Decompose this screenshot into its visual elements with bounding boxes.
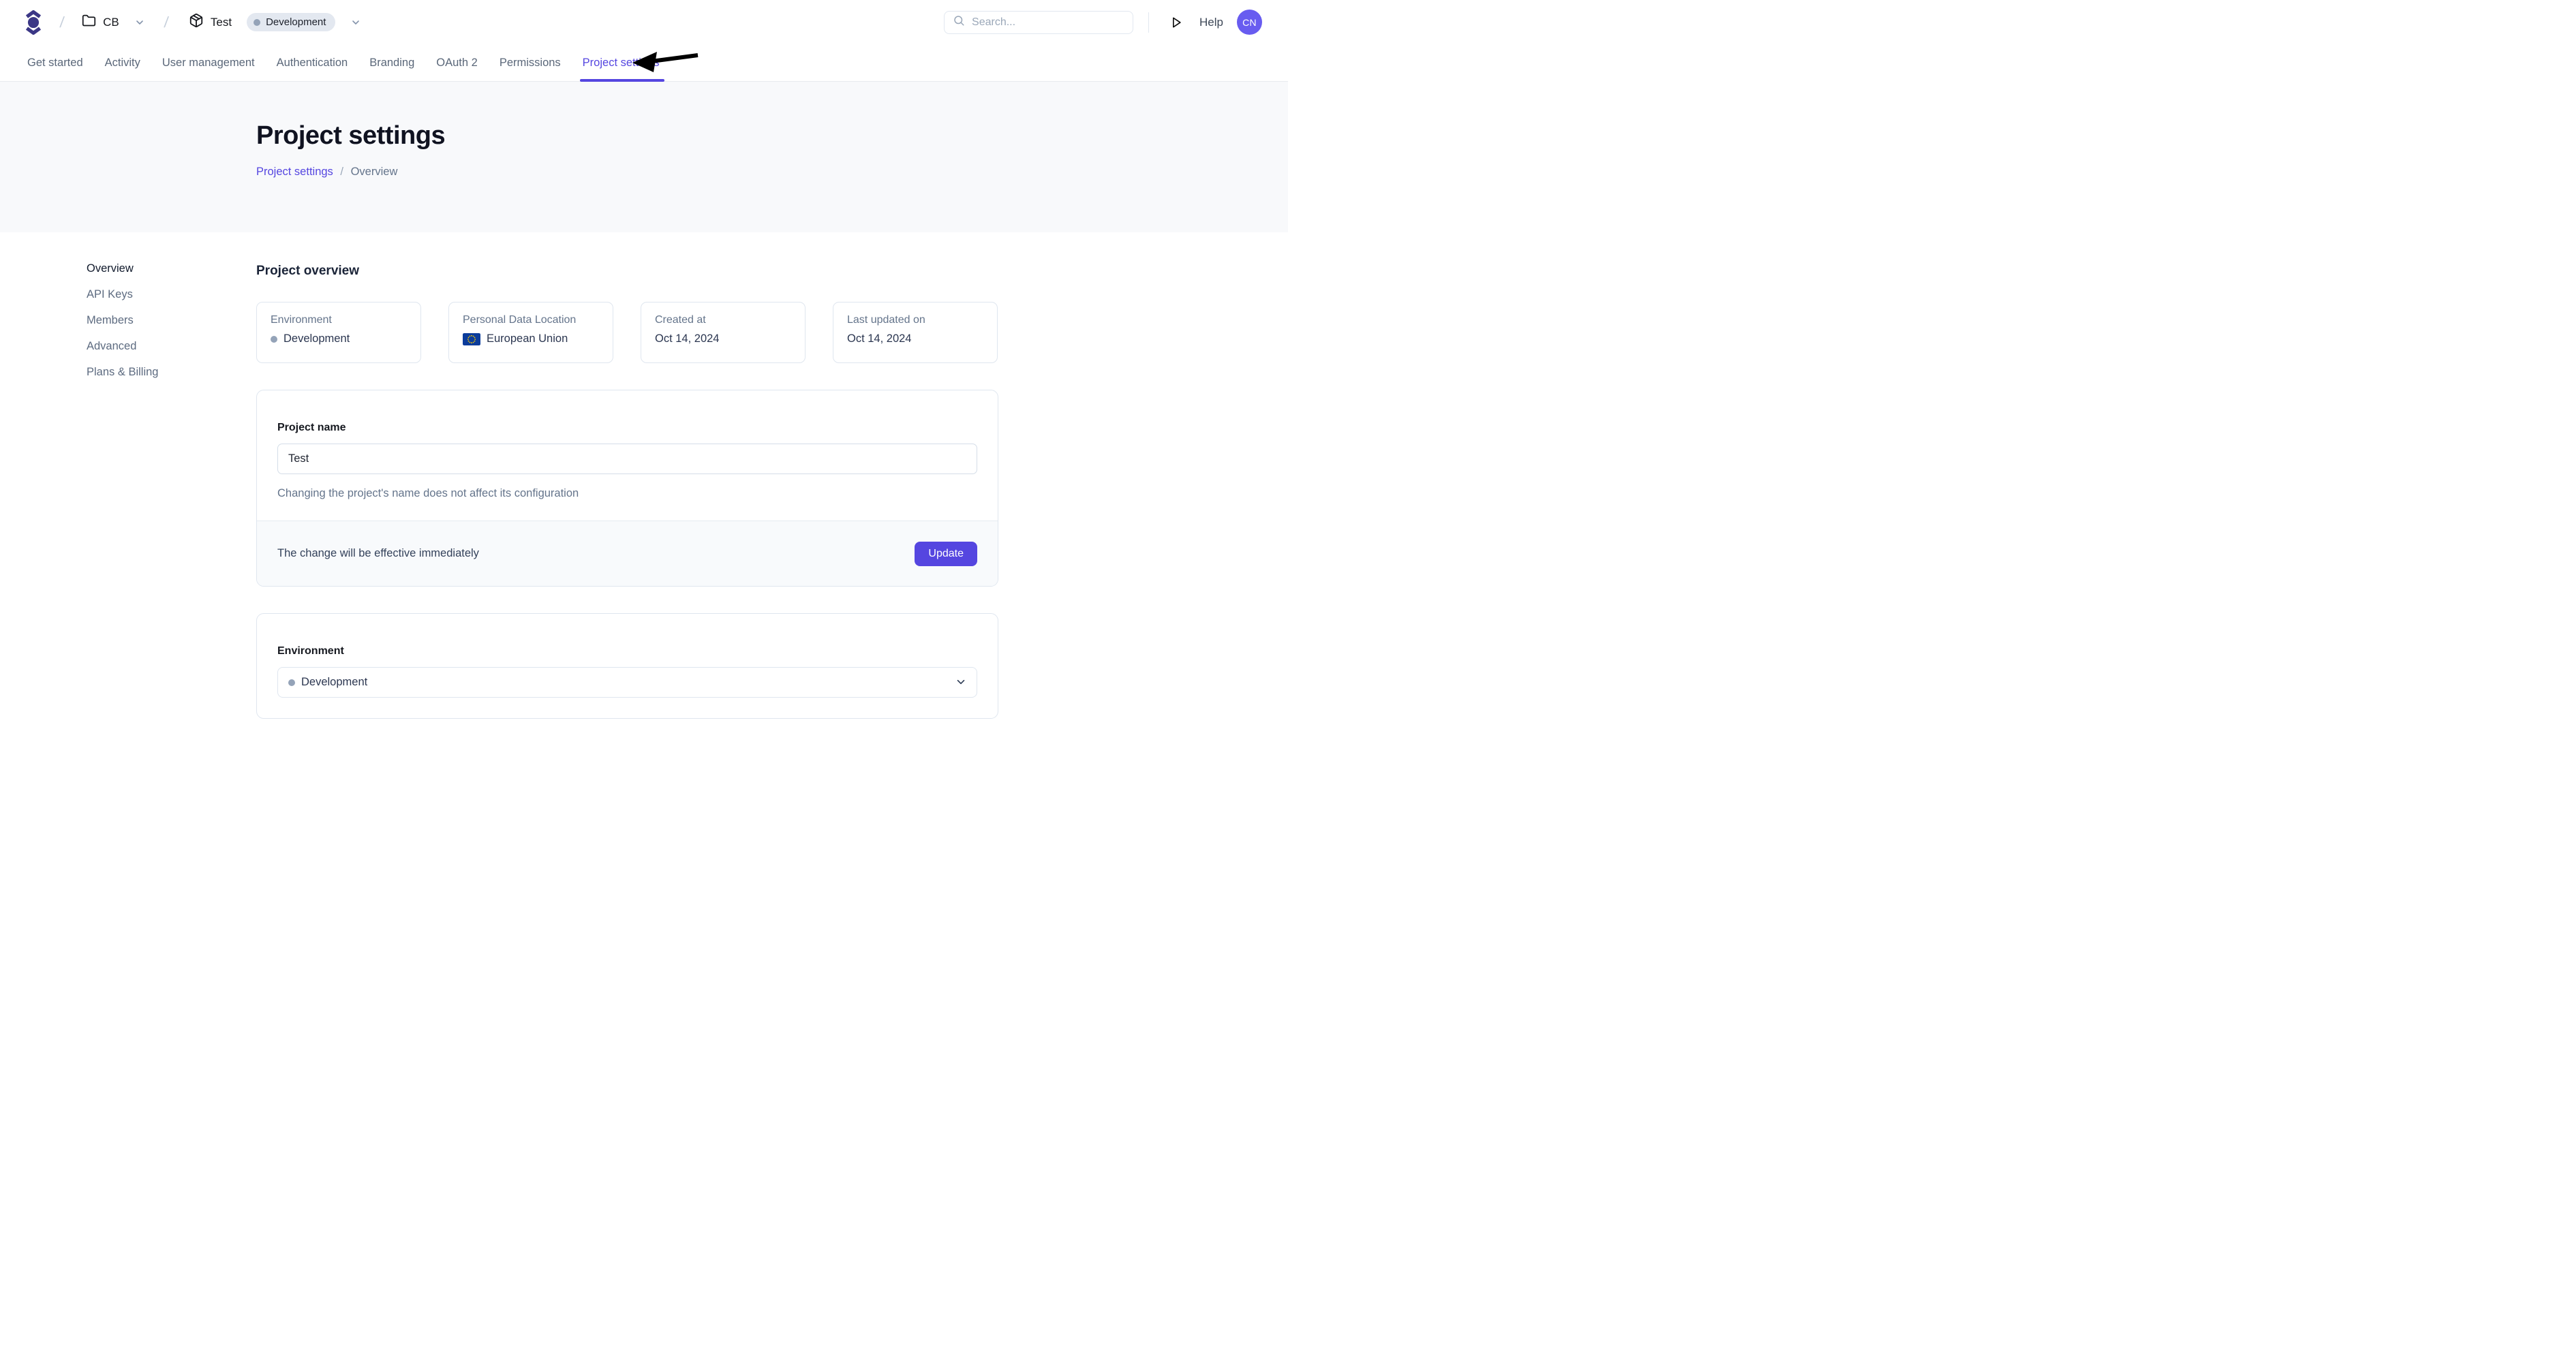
tab-user-management[interactable]: User management (161, 44, 256, 81)
tab-oauth2[interactable]: OAuth 2 (435, 44, 479, 81)
project-name-panel: Project name Changing the project's name… (256, 390, 998, 587)
tab-project-settings[interactable]: Project settings (581, 44, 661, 81)
footer-note: The change will be effective immediately (277, 547, 479, 560)
eu-flag-icon (463, 333, 480, 345)
status-dot-icon (271, 336, 277, 343)
info-card-last-updated: Last updated on Oct 14, 2024 (833, 302, 998, 363)
breadcrumb-separator: / (336, 166, 348, 178)
settings-sidenav: Overview API Keys Members Advanced Plans… (0, 232, 256, 745)
info-card-label: Personal Data Location (463, 314, 599, 326)
info-card-value: Oct 14, 2024 (847, 332, 911, 345)
info-card-label: Environment (271, 314, 407, 326)
environment-panel: Environment Development (256, 613, 998, 719)
project-switcher[interactable]: Test Development (189, 13, 362, 31)
package-icon (189, 13, 204, 31)
environment-badge: Development (247, 13, 335, 31)
update-button[interactable]: Update (915, 542, 977, 566)
info-card-data-location: Personal Data Location European Union (448, 302, 613, 363)
page-hero: Project settings Project settings / Over… (0, 82, 1288, 232)
breadcrumb-separator: / (59, 14, 83, 31)
chevron-down-icon (350, 17, 361, 28)
tab-get-started[interactable]: Get started (26, 44, 85, 81)
info-card-created-at: Created at Oct 14, 2024 (641, 302, 806, 363)
project-name: Test (211, 16, 232, 29)
sidebar-item-api-keys[interactable]: API Keys (87, 288, 256, 304)
breadcrumb-separator: / (144, 14, 189, 31)
section-heading: Project overview (256, 264, 998, 279)
sidebar-item-members[interactable]: Members (87, 314, 256, 330)
help-link[interactable]: Help (1199, 16, 1223, 29)
settings-main: Project overview Environment Development… (256, 232, 998, 745)
play-icon[interactable] (1169, 16, 1183, 29)
project-name-footer: The change will be effective immediately… (257, 521, 998, 586)
user-avatar[interactable]: CN (1237, 10, 1262, 35)
search-input[interactable] (972, 16, 1124, 29)
info-card-label: Created at (655, 314, 791, 326)
chevron-down-icon (134, 17, 145, 28)
breadcrumb-current: Overview (351, 166, 398, 178)
status-dot-icon (288, 679, 295, 686)
environment-label: Environment (277, 645, 977, 657)
tab-authentication[interactable]: Authentication (275, 44, 350, 81)
page-title: Project settings (256, 121, 1288, 151)
status-dot-icon (254, 19, 260, 26)
environment-select-value: Development (301, 676, 367, 689)
tab-permissions[interactable]: Permissions (498, 44, 562, 81)
header-actions: Help CN (944, 10, 1262, 35)
main-tabbar: Get started Activity User management Aut… (0, 44, 1288, 82)
info-card-row: Environment Development Personal Data Lo… (256, 302, 998, 363)
header-divider (1148, 12, 1149, 33)
info-card-value: Development (283, 332, 350, 345)
project-name-input[interactable] (277, 444, 977, 474)
tab-branding[interactable]: Branding (368, 44, 416, 81)
project-name-helper: Changing the project's name does not aff… (277, 487, 977, 500)
project-name-label: Project name (277, 422, 977, 434)
sidebar-item-plans-billing[interactable]: Plans & Billing (87, 366, 256, 382)
org-name: CB (103, 16, 119, 29)
info-card-value: Oct 14, 2024 (655, 332, 719, 345)
info-card-value: European Union (487, 332, 568, 345)
search-icon (953, 14, 965, 30)
sidebar-item-overview[interactable]: Overview (87, 262, 256, 278)
corbado-logo-icon[interactable] (25, 9, 45, 36)
sidebar-item-advanced[interactable]: Advanced (87, 340, 256, 356)
org-switcher[interactable]: CB (82, 14, 145, 31)
breadcrumb-link-project-settings[interactable]: Project settings (256, 166, 333, 178)
search-box[interactable] (944, 11, 1133, 34)
app-header: / CB / Test De (0, 0, 1288, 44)
content-area: Overview API Keys Members Advanced Plans… (0, 232, 1288, 745)
tab-activity[interactable]: Activity (104, 44, 142, 81)
environment-select[interactable]: Development (277, 667, 977, 698)
breadcrumb: Project settings / Overview (256, 166, 1288, 179)
chevron-down-icon (955, 676, 967, 692)
info-card-label: Last updated on (847, 314, 983, 326)
environment-badge-label: Development (266, 16, 326, 28)
info-card-environment: Environment Development (256, 302, 421, 363)
folder-icon (82, 14, 96, 31)
header-breadcrumb: / CB / Test De (25, 9, 361, 36)
